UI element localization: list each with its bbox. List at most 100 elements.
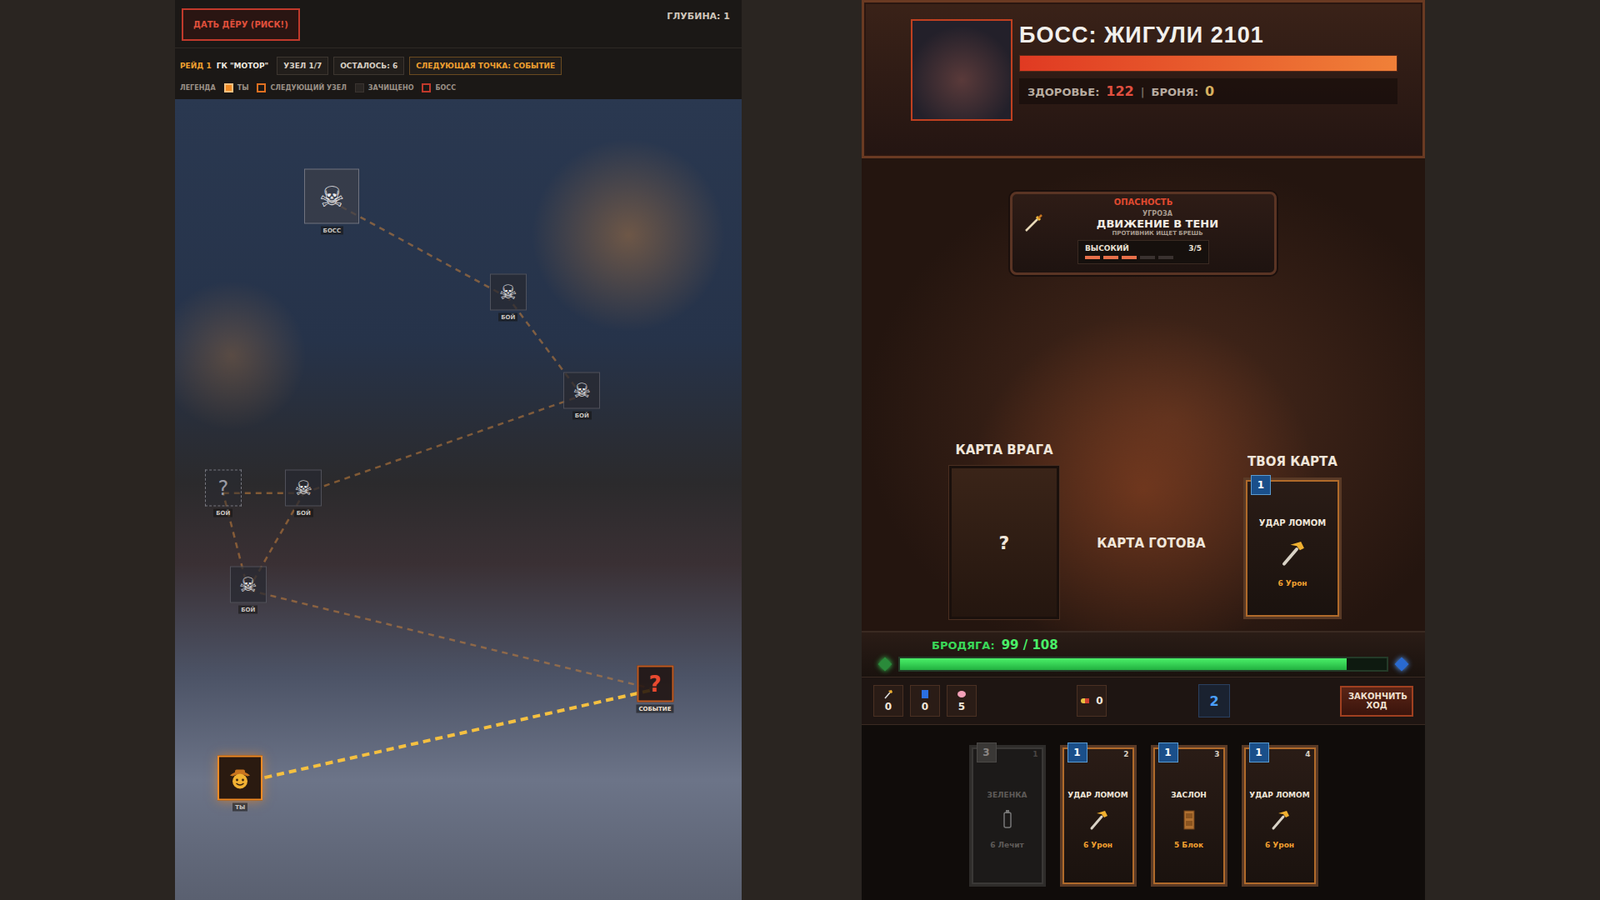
map-node[interactable]: ☠ БОЙ (563, 371, 600, 420)
door-icon (1176, 807, 1202, 833)
map-panel: ДАТЬ ДЁРУ (РИСК!) ГЛУБИНА: 1 РЕЙД 1 ГК "… (175, 0, 742, 900)
player-hp-bar (898, 656, 1389, 672)
card-status: КАРТА ГОТОВА (1096, 535, 1205, 551)
node-box[interactable]: ☠ (285, 469, 322, 506)
threat-segment (1158, 255, 1174, 260)
node-box[interactable]: ☠ (230, 566, 267, 604)
card-hotkey: 2 (1123, 750, 1129, 759)
node-glyph: ☠ (239, 575, 258, 595)
node-glyph: ? (217, 477, 229, 498)
map-path (240, 689, 655, 783)
hand: 3 1 ЗЕЛЕНКА 6 Лечит1 2 УДАР ЛОМОМ 6 Урон… (861, 725, 1425, 900)
info-chip: УЗЕЛ 1/7 (276, 56, 329, 75)
sword-icon (1022, 212, 1045, 235)
node-glyph: ☠ (319, 182, 345, 211)
enemy-card-label: КАРТА ВРАГА (955, 442, 1053, 458)
stat-box: 0 (873, 685, 904, 717)
info-chip: СЛЕДУЮЩАЯ ТОЧКА: СОБЫТИЕ (409, 56, 562, 75)
threat-title: ДВИЖЕНИЕ В ТЕНИ (1050, 217, 1265, 230)
hand-card[interactable]: 3 1 ЗЕЛЕНКА 6 Лечит (969, 745, 1046, 887)
raid-label: РЕЙД 1 (180, 61, 212, 70)
brain-icon (956, 689, 967, 700)
pills-icon (1080, 696, 1094, 705)
card-cost: 1 (1158, 742, 1179, 763)
map-node[interactable]: ☠ БОСС (304, 169, 360, 235)
node-glyph: ☠ (295, 477, 314, 498)
boss-hp-bar (1019, 55, 1398, 72)
boss-hp-fill (1020, 55, 1397, 71)
map-node[interactable]: ☠ БОЙ (230, 566, 267, 615)
boss-header: БОСС: ЖИГУЛИ 2101 ЗДОРОВЬЕ: 122 | БРОНЯ:… (861, 0, 1425, 159)
map-node[interactable]: ☠ БОЙ (285, 469, 322, 517)
map-node[interactable]: ? БОЙ (205, 469, 242, 517)
map-path (248, 590, 655, 690)
legend-swatch (224, 83, 234, 93)
legend-title: ЛЕГЕНДА (180, 84, 216, 92)
boss-portrait (910, 19, 1013, 121)
node-glyph: ☠ (499, 282, 518, 303)
end-turn-button[interactable]: ЗАКОНЧИТЬ ХОД (1340, 685, 1414, 717)
node-glyph: ☠ (572, 380, 591, 400)
card-hotkey: 3 (1214, 750, 1220, 759)
node-glyph: ? (648, 673, 661, 695)
stat-box: 5 (946, 685, 977, 717)
shield-icon (920, 689, 930, 700)
map-path (303, 395, 582, 494)
crowbar-icon (1085, 807, 1111, 833)
player-card-label: ТВОЯ КАРТА (1247, 454, 1338, 470)
threat-header: ОПАСНОСТЬ (1114, 197, 1174, 207)
legend: ЛЕГЕНДА ТЫ СЛЕДУЮЩИЙ УЗЕЛ ЗАЧИЩЕНО БОСС (175, 78, 742, 100)
player-bar: БРОДЯГА: 99 / 108 (861, 630, 1425, 677)
map-node[interactable]: ? СОБЫТИЕ (635, 665, 674, 714)
gem-icon (1395, 657, 1410, 672)
legend-swatch (256, 83, 266, 93)
legend-swatch (421, 83, 431, 93)
info-chip: ОСТАЛОСЬ: 6 (333, 56, 405, 75)
threat-level: ВЫСОКИЙ 3/5 (1077, 240, 1210, 265)
battle-panel: БОСС: ЖИГУЛИ 2101 ЗДОРОВЬЕ: 122 | БРОНЯ:… (861, 0, 1425, 900)
card-cost: 1 (1249, 742, 1270, 763)
node-box[interactable]: ? (636, 665, 674, 703)
map-node[interactable]: ТЫ (217, 755, 263, 811)
hand-card[interactable]: 1 3 ЗАСЛОН 5 Блок (1150, 745, 1228, 887)
card-cost: 1 (1067, 742, 1088, 763)
card-cost: 3 (976, 742, 997, 763)
node-label: БОЙ (294, 508, 314, 517)
flee-button[interactable]: ДАТЬ ДЁРУ (РИСК!) (181, 8, 300, 41)
boss-title: БОСС: ЖИГУЛИ 2101 (1019, 22, 1398, 49)
node-label: БОЙ (238, 605, 258, 615)
legend-item: ТЫ (224, 83, 250, 93)
card-duel: КАРТА ВРАГА ? КАРТА ГОТОВА ТВОЯ КАРТА 1 … (861, 442, 1425, 620)
hand-card[interactable]: 1 2 УДАР ЛОМОМ 6 Урон (1060, 745, 1137, 887)
node-box[interactable]: ☠ (563, 371, 600, 409)
gem-icon (878, 657, 893, 672)
threat-kicker: УГРОЗА (1050, 210, 1265, 218)
map-node[interactable]: ☠ БОЙ (490, 274, 527, 322)
node-box[interactable]: ? (205, 469, 242, 506)
stat-box: 0 (910, 685, 940, 717)
depth-label: ГЛУБИНА: 1 (666, 8, 730, 22)
node-box[interactable]: ☠ (490, 274, 527, 311)
map-topbar: ДАТЬ ДЁРУ (РИСК!) ГЛУБИНА: 1 (175, 0, 742, 49)
pills-box: 0 (1076, 685, 1107, 717)
boss-stats: ЗДОРОВЬЕ: 122 | БРОНЯ: 0 (1019, 78, 1398, 105)
player-face-icon (227, 765, 253, 790)
player-hp: 99 / 108 (1001, 637, 1059, 653)
enemy-card: ? (949, 465, 1060, 620)
boss-health: 122 (1105, 83, 1134, 100)
node-box[interactable] (217, 755, 263, 800)
energy-counter: 2 (1198, 684, 1230, 718)
battle-stage: ОПАСНОСТЬ УГРОЗА ДВИЖЕНИЕ В ТЕНИ ПРОТИВН… (861, 158, 1425, 631)
raid-info: РЕЙД 1 ГК "МОТОР" УЗЕЛ 1/7ОСТАЛОСЬ: 6СЛЕ… (175, 48, 742, 79)
node-label: БОСС (320, 226, 345, 235)
node-label: БОЙ (572, 410, 592, 420)
hand-card[interactable]: 1 4 УДАР ЛОМОМ 6 Урон (1241, 745, 1319, 887)
node-box[interactable]: ☠ (304, 169, 360, 225)
threat-panel: ОПАСНОСТЬ УГРОЗА ДВИЖЕНИЕ В ТЕНИ ПРОТИВН… (1010, 191, 1277, 275)
legend-swatch (355, 83, 365, 93)
map-canvas: ☠ БОСС☠ БОЙ☠ БОЙ? БОЙ☠ БОЙ☠ БОЙ? СОБЫТИЕ… (175, 99, 742, 900)
crowbar-icon (1267, 807, 1293, 833)
card-hotkey: 1 (1032, 750, 1038, 759)
crowbar-icon (1276, 537, 1309, 570)
boss-armor: 0 (1205, 83, 1215, 100)
